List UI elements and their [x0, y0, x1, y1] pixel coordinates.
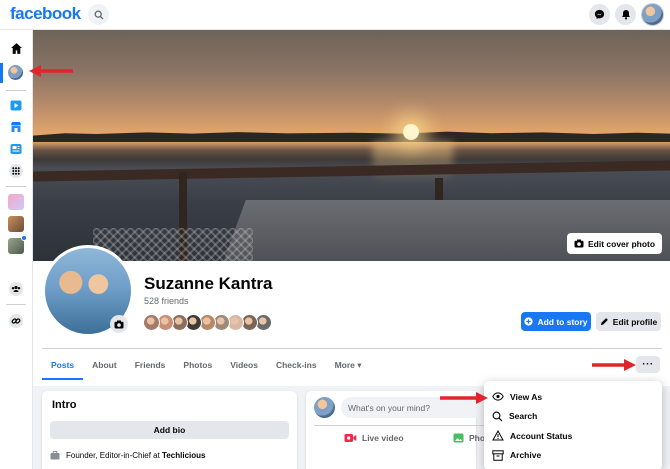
camera-icon [574, 239, 584, 248]
work-company-link[interactable]: Techlicious [162, 451, 205, 460]
search-button[interactable] [88, 4, 109, 25]
menu-item-label: Search [509, 411, 538, 422]
warning-icon [492, 430, 504, 441]
marketplace-icon[interactable] [8, 119, 24, 135]
plus-circle-icon [524, 317, 534, 326]
friend-avatar[interactable] [143, 314, 160, 331]
link-icon[interactable] [8, 313, 24, 329]
intro-card: Intro Add bio Founder, Editor-in-Chief a… [42, 391, 297, 469]
grid-menu-icon[interactable] [8, 163, 24, 179]
annotation-arrow-profile [29, 65, 73, 77]
menu-item-archive[interactable]: Archive [484, 446, 662, 466]
tab-videos[interactable]: Videos [221, 356, 267, 380]
live-video-icon [344, 434, 357, 442]
work-title: Founder, Editor-in-Chief at [66, 451, 163, 460]
tab-check-ins[interactable]: Check-ins [267, 356, 326, 380]
edit-cover-photo-button[interactable]: Edit cover photo [567, 233, 663, 254]
eye-icon [492, 392, 504, 401]
cover-treeline [33, 131, 670, 142]
rail-divider [6, 304, 26, 305]
tab-friends[interactable]: Friends [126, 356, 175, 380]
intro-title: Intro [52, 399, 77, 411]
top-navigation-bar: facebook [0, 0, 670, 30]
photo-icon [453, 433, 464, 443]
composer-avatar[interactable] [314, 397, 335, 418]
cover-boat-railing [33, 160, 670, 182]
watch-icon[interactable] [8, 97, 24, 113]
active-indicator [0, 63, 3, 83]
group-avatar-1[interactable] [8, 194, 24, 210]
rail-divider [6, 186, 26, 187]
friends-count[interactable]: 528 friends [144, 296, 189, 306]
group-avatar-2[interactable] [8, 216, 24, 232]
profile-avatar-shortcut[interactable] [8, 65, 23, 80]
news-icon[interactable] [8, 141, 24, 157]
edit-profile-button[interactable]: Edit profile [596, 312, 661, 331]
edit-profile-label: Edit profile [612, 316, 658, 327]
messenger-icon [594, 9, 605, 20]
profile-tabs: Posts About Friends Photos Videos Check-… [42, 356, 371, 380]
tab-about[interactable]: About [83, 356, 126, 380]
live-video-label: Live video [362, 433, 404, 443]
briefcase-icon [50, 451, 60, 460]
search-icon [94, 10, 103, 19]
profile-name: Suzanne Kantra [144, 274, 273, 293]
home-icon[interactable] [8, 40, 24, 56]
left-shortcut-rail [0, 30, 33, 469]
tab-photos[interactable]: Photos [174, 356, 221, 380]
tab-posts[interactable]: Posts [42, 356, 84, 380]
cover-sun-reflection [373, 142, 453, 182]
photo-video-label: Pho [469, 433, 486, 443]
group-avatar-3[interactable] [8, 235, 27, 254]
menu-item-label: Archive [510, 450, 542, 461]
archive-icon [492, 450, 504, 461]
add-bio-button[interactable]: Add bio [50, 421, 289, 439]
add-to-story-button[interactable]: Add to story [521, 312, 591, 331]
bell-icon [621, 10, 630, 20]
photo-video-button[interactable]: Pho [453, 433, 485, 443]
update-profile-picture-button[interactable] [110, 315, 128, 333]
annotation-arrow-more [592, 359, 636, 371]
menu-item-view-as[interactable]: View As [484, 387, 662, 407]
menu-item-label: Account Status [510, 430, 573, 441]
annotation-arrow-view-as [440, 392, 488, 404]
camera-icon [114, 320, 124, 328]
cover-sun [403, 124, 419, 140]
composer-divider [314, 425, 494, 426]
rail-divider [6, 90, 26, 91]
tab-more[interactable]: More ▾ [326, 356, 371, 380]
work-info: Founder, Editor-in-Chief at Techlicious [50, 451, 205, 460]
more-options-menu: View As Search Account Status Archive [484, 381, 662, 469]
add-to-story-label: Add to story [537, 316, 588, 327]
more-options-button[interactable]: ··· [636, 356, 660, 373]
search-icon [492, 411, 503, 422]
menu-item-label: View As [510, 391, 543, 402]
groups-icon[interactable] [8, 281, 24, 297]
unread-dot [21, 235, 27, 241]
account-avatar[interactable] [641, 3, 664, 26]
menu-item-search[interactable]: Search [484, 407, 662, 427]
cover-photo [33, 30, 670, 261]
notifications-button[interactable] [615, 4, 636, 25]
edit-cover-label: Edit cover photo [588, 238, 656, 249]
facebook-logo[interactable]: facebook [10, 4, 81, 24]
header-divider [42, 348, 662, 349]
live-video-button[interactable]: Live video [344, 433, 404, 443]
menu-item-account-status[interactable]: Account Status [484, 426, 662, 446]
messenger-button[interactable] [589, 4, 610, 25]
pencil-icon [600, 318, 608, 326]
